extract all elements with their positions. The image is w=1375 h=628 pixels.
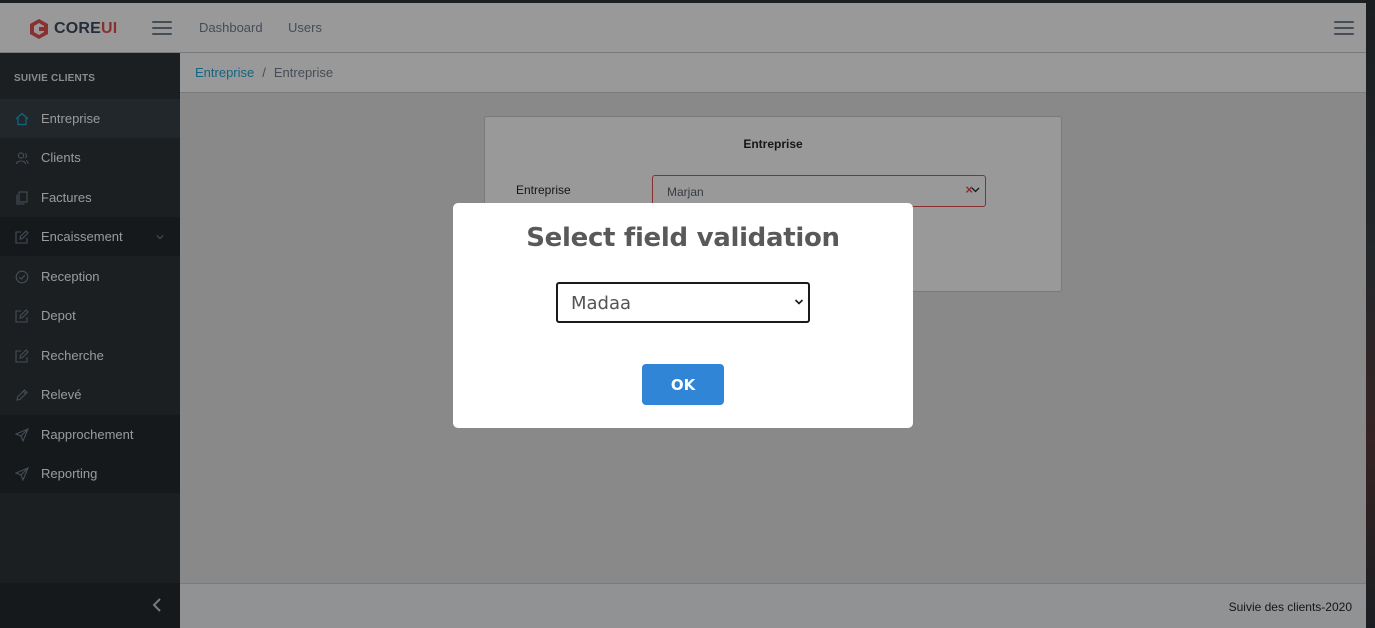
chevron-down-icon [794,299,804,305]
validation-modal: Select field validation Madaa OK [453,203,913,428]
ok-button[interactable]: OK [642,364,724,405]
modal-select[interactable]: Madaa [556,282,810,323]
modal-title: Select field validation [526,223,840,253]
modal-select-value: Madaa [571,293,632,314]
